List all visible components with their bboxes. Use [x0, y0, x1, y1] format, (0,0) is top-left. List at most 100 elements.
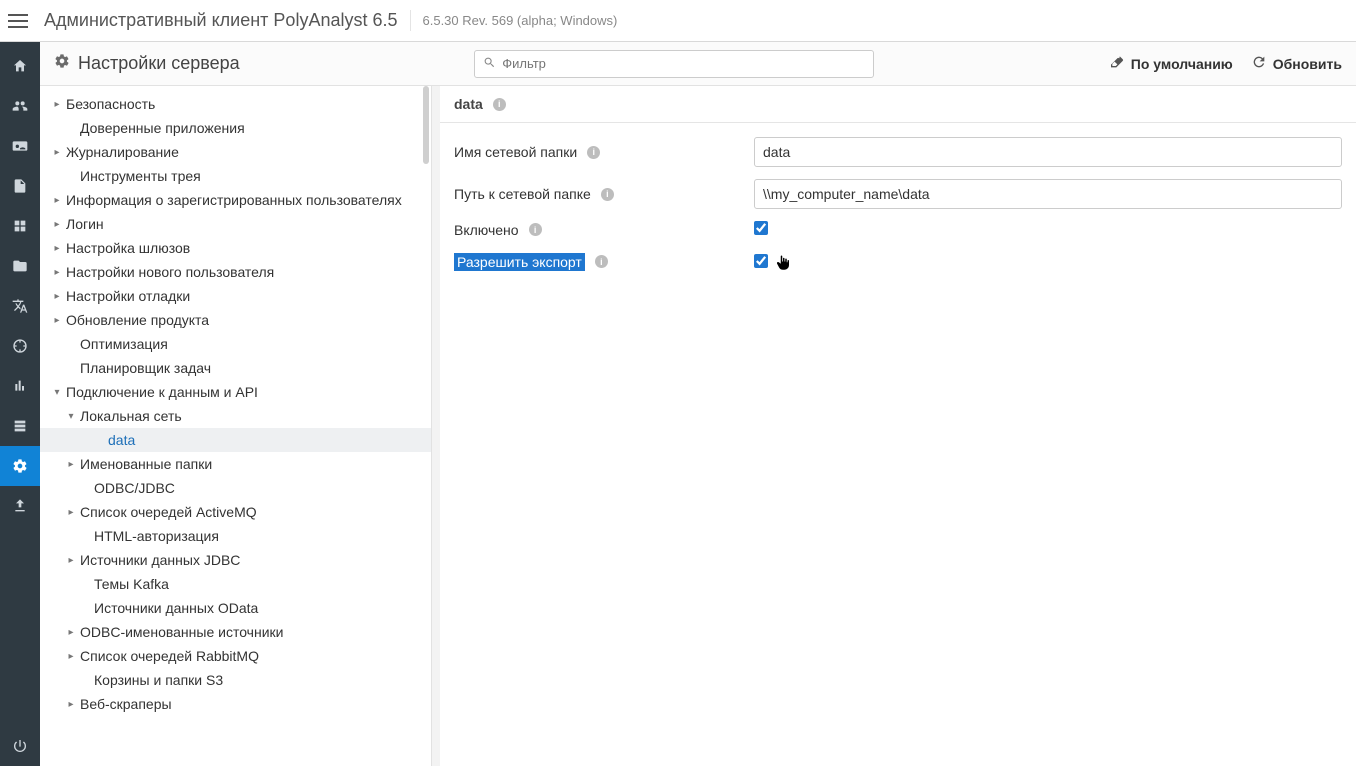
tree-item[interactable]: ▸Настройки отладки [40, 284, 431, 308]
tree-item[interactable]: Оптимизация [40, 332, 431, 356]
nav-doc[interactable] [0, 166, 40, 206]
chevron-down-icon[interactable]: ▾ [64, 411, 78, 422]
settings-tree[interactable]: ▸БезопасностьДоверенные приложения▸Журна… [40, 86, 432, 766]
input-share-name[interactable] [754, 137, 1342, 167]
info-icon[interactable]: i [587, 146, 600, 159]
tree-item[interactable]: ▾Подключение к данным и API [40, 380, 431, 404]
app-title: Административный клиент PolyAnalyst 6.5 [44, 10, 411, 31]
chevron-right-icon[interactable]: ▸ [64, 555, 78, 566]
nav-settings[interactable] [0, 446, 40, 486]
nav-lang[interactable] [0, 286, 40, 326]
nav-home[interactable] [0, 46, 40, 86]
tree-item[interactable]: ▸Журналирование [40, 140, 431, 164]
menu-button[interactable] [8, 8, 34, 34]
nav-power[interactable] [0, 726, 40, 766]
chevron-right-icon[interactable]: ▸ [50, 291, 64, 302]
tree-item[interactable]: ▸Логин [40, 212, 431, 236]
info-icon[interactable]: i [493, 98, 506, 111]
content-header: data i [440, 86, 1356, 123]
refresh-button[interactable]: Обновить [1251, 54, 1342, 73]
chevron-right-icon[interactable]: ▸ [64, 627, 78, 638]
filter-box[interactable] [474, 50, 874, 78]
tree-item-label: Логин [66, 216, 104, 232]
nav-storage[interactable] [0, 406, 40, 446]
chevron-right-icon[interactable]: ▸ [50, 219, 64, 230]
tree-item-label: ODBC/JDBC [94, 480, 175, 496]
row-share-name: Имя сетевой папки i [454, 137, 1342, 167]
nav-users[interactable] [0, 86, 40, 126]
tree-item[interactable]: ▸ODBC-именованные источники [40, 620, 431, 644]
tree-item[interactable]: ▸Источники данных JDBC [40, 548, 431, 572]
tree-item-label: Веб-скраперы [80, 696, 172, 712]
chevron-down-icon[interactable]: ▾ [50, 387, 64, 398]
label-enabled: Включено i [454, 222, 754, 238]
chevron-right-icon[interactable]: ▸ [64, 651, 78, 662]
checkbox-enabled[interactable] [754, 221, 768, 235]
tree-item-label: Локальная сеть [80, 408, 182, 424]
defaults-label: По умолчанию [1131, 56, 1233, 72]
tree-item[interactable]: Темы Kafka [40, 572, 431, 596]
tree-item[interactable]: ▸Настройка шлюзов [40, 236, 431, 260]
chevron-right-icon[interactable]: ▸ [50, 315, 64, 326]
chevron-right-icon[interactable]: ▸ [64, 459, 78, 470]
nav-upload[interactable] [0, 486, 40, 526]
chevron-right-icon[interactable]: ▸ [50, 267, 64, 278]
main: Настройки сервера По умолчанию [40, 42, 1356, 766]
tree-item-label: Безопасность [66, 96, 155, 112]
tree-item[interactable]: ▾Локальная сеть [40, 404, 431, 428]
tree-item[interactable]: ▸Безопасность [40, 92, 431, 116]
tree-item[interactable]: Инструменты трея [40, 164, 431, 188]
info-icon[interactable]: i [595, 255, 608, 268]
chevron-right-icon[interactable]: ▸ [50, 99, 64, 110]
tree-item[interactable]: ▸Список очередей RabbitMQ [40, 644, 431, 668]
tree-item[interactable]: ▸Обновление продукта [40, 308, 431, 332]
tree-item[interactable]: Доверенные приложения [40, 116, 431, 140]
label-allow-export: Разрешить экспорт i [454, 253, 754, 271]
row-enabled: Включено i [454, 221, 1342, 238]
input-share-path[interactable] [754, 179, 1342, 209]
tree-item[interactable]: Планировщик задач [40, 356, 431, 380]
tree-item[interactable]: Источники данных OData [40, 596, 431, 620]
nav-modules[interactable] [0, 206, 40, 246]
chevron-right-icon[interactable]: ▸ [50, 243, 64, 254]
nav-folder[interactable] [0, 246, 40, 286]
defaults-button[interactable]: По умолчанию [1109, 54, 1233, 73]
tree-item[interactable]: data [40, 428, 431, 452]
nav-card[interactable] [0, 126, 40, 166]
tree-item-label: Инструменты трея [80, 168, 201, 184]
tree-item[interactable]: ▸Настройки нового пользователя [40, 260, 431, 284]
tree-item[interactable]: ▸Веб-скраперы [40, 692, 431, 716]
chevron-right-icon[interactable]: ▸ [50, 147, 64, 158]
label-share-path: Путь к сетевой папке i [454, 186, 754, 202]
chevron-right-icon[interactable]: ▸ [64, 699, 78, 710]
info-icon[interactable]: i [529, 223, 542, 236]
form: Имя сетевой папки i Путь к сетевой папке… [440, 123, 1356, 299]
tree-item[interactable]: ▸Именованные папки [40, 452, 431, 476]
search-icon [483, 56, 496, 72]
tree-item-label: Оптимизация [80, 336, 168, 352]
tree-item-label: Подключение к данным и API [66, 384, 258, 400]
nav-target[interactable] [0, 326, 40, 366]
tree-item-label: Настройки нового пользователя [66, 264, 274, 280]
nav-chart[interactable] [0, 366, 40, 406]
tree-item-label: Журналирование [66, 144, 179, 160]
tree-item[interactable]: ▸Список очередей ActiveMQ [40, 500, 431, 524]
tree-item-label: Список очередей ActiveMQ [80, 504, 257, 520]
tree-item[interactable]: ▸Информация о зарегистрированных пользов… [40, 188, 431, 212]
tree-item-label: Источники данных JDBC [80, 552, 240, 568]
info-icon[interactable]: i [601, 188, 614, 201]
tree-item[interactable]: Корзины и папки S3 [40, 668, 431, 692]
tree-item[interactable]: ODBC/JDBC [40, 476, 431, 500]
chevron-right-icon[interactable]: ▸ [64, 507, 78, 518]
row-allow-export: Разрешить экспорт i [454, 250, 1342, 273]
filter-input[interactable] [502, 56, 865, 71]
tree-item-label: Именованные папки [80, 456, 212, 472]
app-version: 6.5.30 Rev. 569 (alpha; Windows) [423, 13, 618, 28]
tree-item-label: Информация о зарегистрированных пользова… [66, 192, 402, 208]
chevron-right-icon[interactable]: ▸ [50, 195, 64, 206]
tree-item-label: Темы Kafka [94, 576, 169, 592]
tree-item[interactable]: HTML-авторизация [40, 524, 431, 548]
checkbox-allow-export[interactable] [754, 254, 768, 268]
eraser-icon [1109, 54, 1125, 73]
scrollbar-thumb[interactable] [423, 86, 429, 164]
